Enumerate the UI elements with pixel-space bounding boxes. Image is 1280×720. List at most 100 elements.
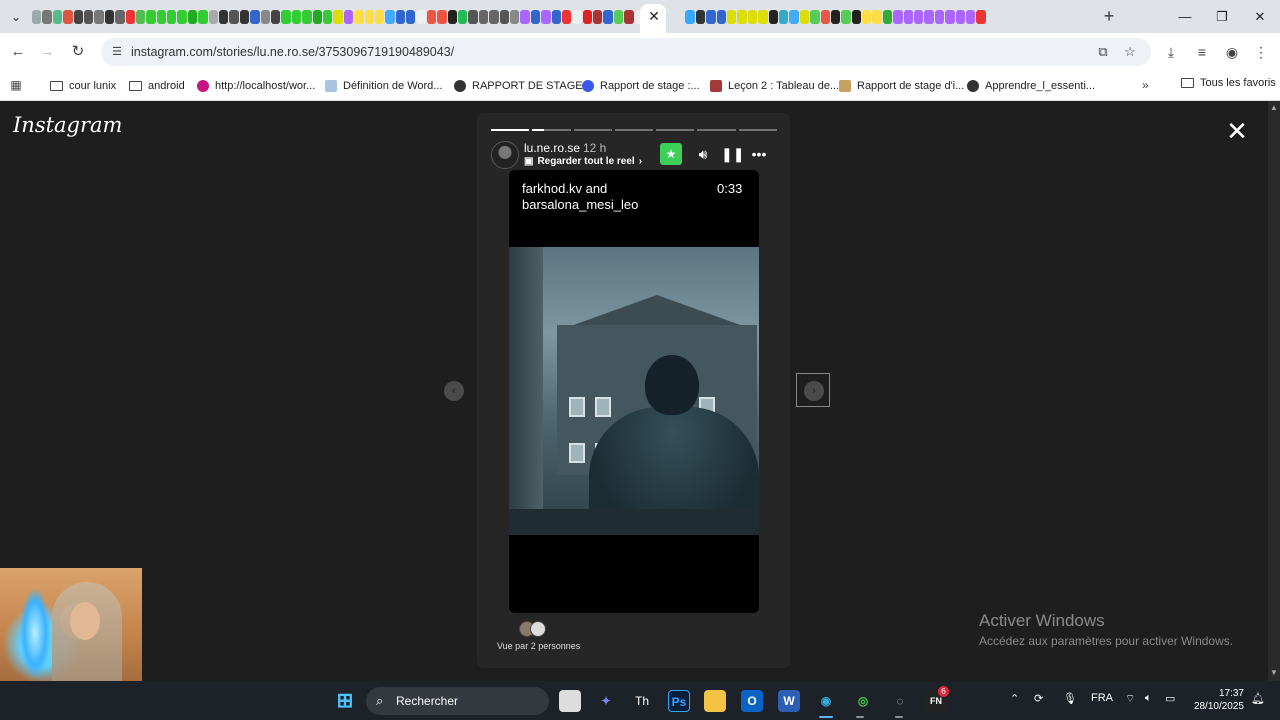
tab-favicon-icon[interactable] [416,10,426,24]
tab-favicon-icon[interactable] [94,10,104,24]
tab-favicon-icon[interactable] [799,10,810,24]
tab-favicon-icon[interactable] [872,10,882,24]
tab-favicon-icon[interactable] [955,10,965,24]
windows-start-icon[interactable]: ⊞ [334,690,356,712]
tab-favicon-icon[interactable] [42,10,52,24]
more-bookmarks-icon[interactable]: » [1142,78,1149,92]
tab-favicon-icon[interactable] [125,10,135,24]
tab-favicon-icon[interactable] [613,10,624,24]
tab-favicon-icon[interactable] [333,10,343,24]
tab-favicon-icon[interactable] [343,10,354,24]
photoshop-icon[interactable]: Ps [668,690,690,712]
previous-story-arrow-icon[interactable]: ‹ [444,381,464,401]
bookmark-rapport-stage-2[interactable]: Rapport de stage :... [582,77,700,95]
next-story-arrow-button[interactable]: › [796,373,830,407]
site-info-icon[interactable]: ☰ [109,44,125,60]
tab-favicon-icon[interactable] [250,10,260,24]
tab-favicon-icon[interactable] [447,10,458,24]
bookmark-rapport-stage-1[interactable]: RAPPORT DE STAGE... [454,77,592,95]
scroll-down-icon[interactable]: ▼ [1270,669,1278,677]
minimize-icon[interactable]: — [1175,8,1195,26]
tab-favicon-icon[interactable] [747,10,758,24]
tab-favicon-icon[interactable] [685,10,695,24]
sync-icon[interactable]: ⟳ [1034,692,1043,705]
watch-reel-link[interactable]: ▣ Regarder tout le reel › [524,156,642,167]
reload-icon[interactable]: ↻ [68,42,88,62]
download-icon[interactable]: ⤓ [1161,42,1181,62]
tab-favicon-icon[interactable] [437,10,447,24]
close-friends-star-icon[interactable]: ★ [660,143,682,165]
tab-favicon-icon[interactable] [820,10,830,24]
notifications-icon[interactable]: 🔔︎ [1251,692,1265,705]
bookmark-definition-word[interactable]: Définition de Word... [325,77,442,95]
page-scrollbar[interactable]: ▲ ▼ [1268,101,1280,681]
tab-favicon-icon[interactable] [395,10,406,24]
bookmark-cour-lunix[interactable]: cour lunix [50,77,116,95]
story-username[interactable]: lu.ne.ro.se [524,141,580,155]
tab-favicon-icon[interactable] [737,10,747,24]
tab-favicon-icon[interactable] [789,10,799,24]
tab-favicon-icon[interactable] [229,10,239,24]
tab-favicon-icon[interactable] [882,10,893,24]
bookmark-star-icon[interactable]: ☆ [1122,44,1138,60]
story-media[interactable]: farkhod.kv and barsalona_mesi_leo 0:33 [509,170,759,613]
tab-favicon-icon[interactable] [561,10,572,24]
tab-favicon-icon[interactable] [778,10,789,24]
tab-search-icon[interactable]: ⌄ [8,9,24,25]
tab-favicon-icon[interactable] [499,10,509,24]
tab-favicon-icon[interactable] [312,10,322,24]
tab-favicon-icon[interactable] [281,10,291,24]
media-control-icon[interactable]: ≡ [1192,42,1212,62]
profile-icon[interactable]: ◉ [1222,42,1242,62]
tab-favicon-icon[interactable] [945,10,955,24]
menu-icon[interactable]: ⋮ [1251,42,1271,62]
restore-icon[interactable]: ❐ [1212,8,1232,26]
tab-favicon-icon[interactable] [965,10,976,24]
tab-favicon-icon[interactable] [239,10,250,24]
story-card[interactable]: lu.ne.ro.se 12 h ▣ Regarder tout le reel… [477,113,790,668]
tab-favicon-icon[interactable] [976,10,986,24]
tab-favicon-icon[interactable] [291,10,302,24]
tab-favicon-icon[interactable] [603,10,613,24]
tab-favicon-icon[interactable] [260,10,270,24]
tab-favicon-icon[interactable] [768,10,778,24]
tab-favicon-icon[interactable] [695,10,706,24]
tab-favicon-icon[interactable] [270,10,281,24]
close-story-icon[interactable]: ✕ [1224,118,1250,144]
apps-grid-icon[interactable]: ▦ [9,78,23,92]
file-explorer-icon[interactable] [704,690,726,712]
viewer-avatars[interactable] [517,621,549,637]
tab-favicon-icon[interactable] [624,10,634,24]
tab-favicon-icon[interactable] [146,10,156,24]
scroll-up-icon[interactable]: ▲ [1270,104,1278,112]
tab-favicon-icon[interactable] [551,10,561,24]
tab-favicon-icon[interactable] [903,10,914,24]
forward-icon[interactable]: → [37,42,57,62]
task-view-icon[interactable] [559,690,581,712]
tab-favicon-icon[interactable] [187,10,198,24]
teams-icon[interactable]: ✦ [595,690,617,712]
tab-favicon-icon[interactable] [156,10,167,24]
text-app-icon[interactable]: Th [631,690,653,712]
tab-favicon-icon[interactable] [354,10,364,24]
tab-favicon-icon[interactable] [914,10,924,24]
tab-favicon-icon[interactable] [177,10,187,24]
pause-icon[interactable]: ❚❚ [721,145,744,163]
tab-favicon-icon[interactable] [520,10,530,24]
word-icon[interactable]: W [778,690,800,712]
battery-icon[interactable]: ▭ [1165,692,1175,705]
tab-favicon-icon[interactable] [489,10,499,24]
bookmark-rapport-stage-3[interactable]: Rapport de stage d'i... [839,77,964,95]
tab-favicon-icon[interactable] [73,10,83,24]
tab-favicon-icon[interactable] [32,10,42,24]
outlook-icon[interactable]: O [741,690,763,712]
chrome-icon[interactable]: ◎ [852,690,874,712]
more-options-icon[interactable]: ••• [750,145,768,163]
language-indicator[interactable]: FRA [1091,692,1113,704]
volume-icon[interactable]: 🔊︎ [694,145,712,163]
tab-favicon-icon[interactable] [322,10,333,24]
tab-favicon-icon[interactable] [572,10,582,24]
edge-icon[interactable]: ◉ [815,690,837,712]
tab-favicon-icon[interactable] [406,10,416,24]
speaker-icon[interactable]: 🔈︎ [1145,692,1152,705]
